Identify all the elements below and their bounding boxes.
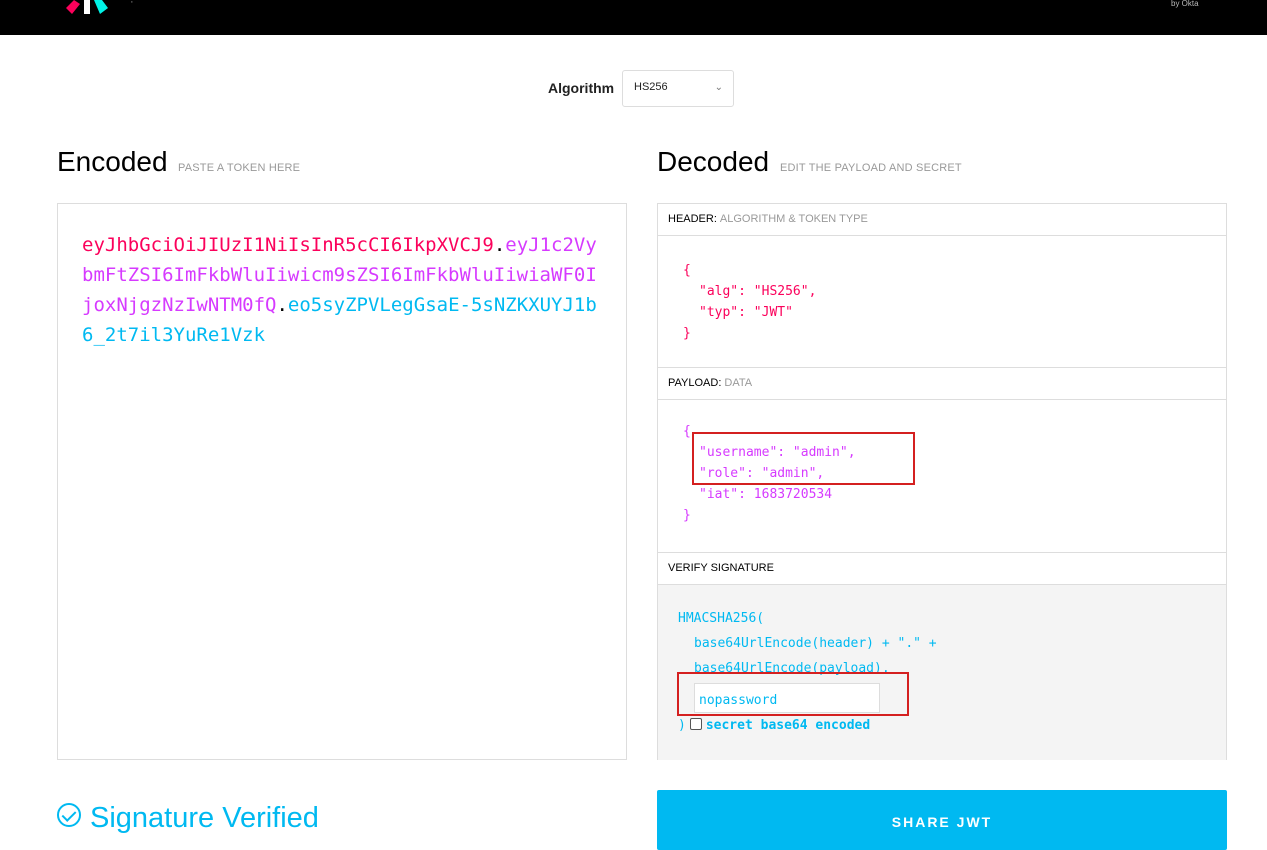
header-json-editor[interactable]: { "alg": "HS256", "typ": "JWT" } <box>658 236 1226 368</box>
encoded-token-editor[interactable]: eyJhbGciOiJIUzI1NiIsInR5cCI6IkpXVCJ9.eyJ… <box>57 203 627 760</box>
encoded-title: Encoded <box>57 146 168 177</box>
jwt-logo-icon[interactable] <box>66 0 110 14</box>
header-section-label: HEADER: <box>668 213 717 225</box>
base64-checkbox[interactable] <box>689 718 702 730</box>
signature-section-heading: VERIFY SIGNATURE <box>658 553 1226 585</box>
by-okta-label: by Okta <box>1171 0 1199 8</box>
base64-checkbox-label: secret base64 encoded <box>705 718 871 733</box>
share-jwt-button[interactable]: SHARE JWT <box>657 790 1227 850</box>
header-section-heading: HEADER: ALGORITHM & TOKEN TYPE <box>658 204 1226 236</box>
header-section-sublabel: ALGORITHM & TOKEN TYPE <box>719 213 868 225</box>
encoded-subtitle: PASTE A TOKEN HERE <box>178 162 301 174</box>
json-line: } <box>683 326 691 341</box>
payload-section-sublabel: DATA <box>724 377 753 389</box>
signature-section-label: VERIFY SIGNATURE <box>668 562 774 574</box>
algorithm-label: Algorithm <box>548 80 615 96</box>
signature-verified-text: Signature Verified <box>90 802 319 834</box>
payload-section-heading: PAYLOAD: DATA <box>658 368 1226 400</box>
top-bar: ·ˇ˘ˇ by Okta <box>0 0 1267 35</box>
algorithm-selected-value: HS256 <box>634 81 668 93</box>
algorithm-select[interactable]: HS256 ⌄ <box>622 70 734 107</box>
json-line: "iat": 1683720534 <box>699 487 833 502</box>
chevron-down-icon: ⌄ <box>714 82 723 93</box>
token-dot: . <box>276 294 288 316</box>
json-line: "alg": "HS256", <box>699 284 817 299</box>
highlight-box-payload <box>692 432 915 485</box>
json-line: { <box>683 263 691 278</box>
decoded-title: Decoded <box>657 146 770 177</box>
decoded-subtitle: EDIT THE PAYLOAD AND SECRET <box>780 162 962 174</box>
signature-verified-status: Signature Verified <box>57 802 319 835</box>
token-dot: . <box>493 234 506 256</box>
sig-line: base64UrlEncode(header) + "." + <box>694 636 937 651</box>
json-line: "typ": "JWT" <box>699 305 793 320</box>
json-line: } <box>683 508 691 523</box>
token-header-part: eyJhbGciOiJIUzI1NiIsInR5cCI6IkpXVCJ9 <box>82 234 494 256</box>
check-circle-icon <box>57 803 81 827</box>
sig-close-paren: ) <box>678 718 686 733</box>
payload-section-label: PAYLOAD: <box>668 377 722 389</box>
logo-wordmark: ·ˇ˘ˇ <box>130 0 181 8</box>
sig-line: HMACSHA256( <box>678 611 765 626</box>
highlight-box-secret <box>677 672 909 716</box>
